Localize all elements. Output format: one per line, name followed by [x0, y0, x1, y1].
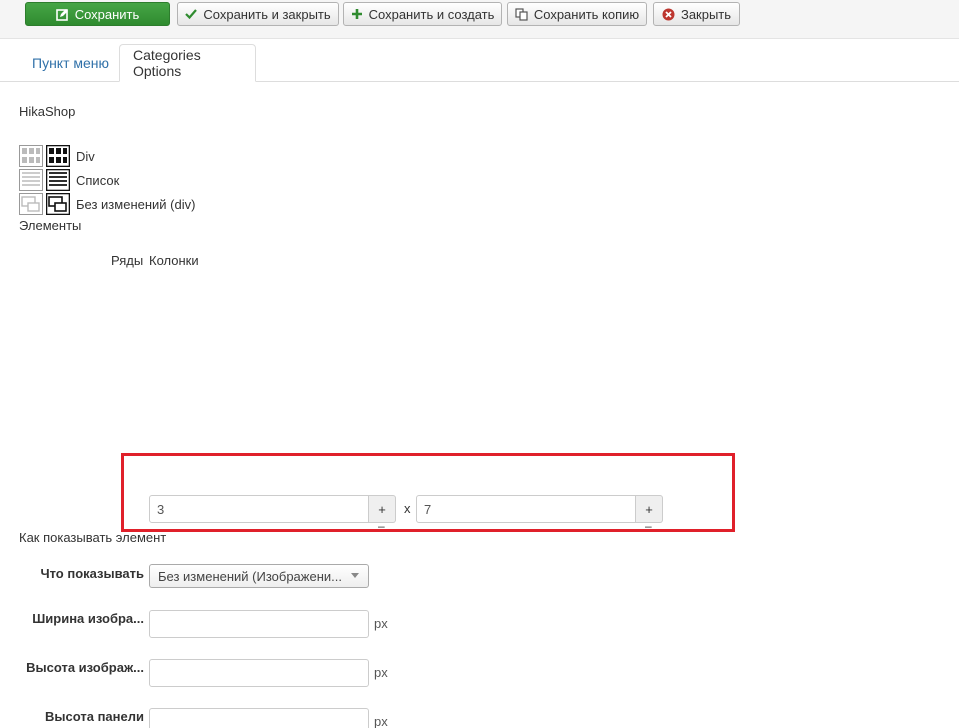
tab-categories-options[interactable]: Categories Options	[119, 44, 256, 82]
tab-menu-item[interactable]: Пункт меню	[19, 44, 122, 81]
panel-height-input[interactable]	[149, 708, 369, 728]
save-close-label: Сохранить и закрыть	[203, 6, 331, 22]
panel-height-unit: px	[374, 714, 388, 728]
tab-menu-item-label: Пункт меню	[32, 54, 110, 71]
columns-label: Колонки	[149, 253, 199, 268]
toolbar: Сохранить Сохранить и закрыть Сохранить …	[0, 0, 959, 39]
show-what-select[interactable]: Без изменений (Изображени...	[149, 564, 369, 588]
columns-decrement-button[interactable]: –	[645, 519, 652, 533]
grid-layout-selected-icon[interactable]	[46, 145, 70, 167]
display-section-label: Как показывать элемент	[19, 530, 167, 545]
layout-option-list[interactable]: Список	[19, 169, 119, 191]
rows-value: 3	[157, 501, 165, 517]
close-icon	[662, 8, 675, 21]
show-what-label: Что показывать	[40, 566, 144, 581]
columns-value: 7	[424, 501, 432, 517]
image-width-label: Ширина изобра...	[32, 611, 144, 626]
save-new-label: Сохранить и создать	[368, 6, 495, 22]
image-width-input[interactable]	[149, 610, 369, 638]
layout-option-list-label: Список	[76, 172, 120, 188]
tab-categories-options-label: Categories Options	[133, 47, 201, 79]
inherit-layout-icon[interactable]	[19, 193, 43, 215]
layout-option-inherit-label: Без изменений (div)	[76, 196, 196, 212]
image-height-unit: px	[374, 665, 388, 680]
layout-option-div[interactable]: Div	[19, 145, 95, 167]
image-height-label: Высота изображ...	[26, 660, 144, 675]
show-what-value: Без изменений (Изображени...	[158, 568, 342, 584]
times-sign: x	[404, 501, 411, 516]
edit-icon	[55, 8, 69, 21]
save-close-button[interactable]: Сохранить и закрыть	[177, 2, 339, 26]
inherit-layout-selected-icon[interactable]	[46, 193, 70, 215]
columns-input[interactable]: 7	[416, 495, 636, 523]
section-title: HikaShop	[19, 104, 76, 119]
check-icon	[185, 8, 198, 20]
save-copy-label: Сохранить копию	[533, 6, 640, 22]
save-copy-button[interactable]: Сохранить копию	[507, 2, 647, 26]
layout-option-div-label: Div	[76, 148, 95, 164]
rows-input[interactable]: 3	[149, 495, 369, 523]
plus-icon	[351, 8, 363, 20]
save-button[interactable]: Сохранить	[25, 2, 170, 26]
copy-icon	[515, 7, 528, 21]
grid-layout-icon[interactable]	[19, 145, 43, 167]
layout-option-inherit[interactable]: Без изменений (div)	[19, 193, 195, 215]
image-height-input[interactable]	[149, 659, 369, 687]
panel-height-label: Высота панели	[45, 709, 144, 724]
save-new-button[interactable]: Сохранить и создать	[343, 2, 502, 26]
image-width-unit: px	[374, 616, 388, 631]
rows-label: Ряды	[111, 253, 144, 268]
list-layout-selected-icon[interactable]	[46, 169, 70, 191]
save-button-label: Сохранить	[74, 6, 140, 22]
tab-bar: Пункт меню Categories Options	[0, 44, 959, 82]
chevron-down-icon	[351, 573, 359, 578]
elements-label: Элементы	[19, 218, 82, 233]
list-layout-icon[interactable]	[19, 169, 43, 191]
rows-decrement-button[interactable]: –	[378, 519, 385, 533]
close-label: Закрыть	[680, 6, 732, 22]
close-button[interactable]: Закрыть	[653, 2, 740, 26]
